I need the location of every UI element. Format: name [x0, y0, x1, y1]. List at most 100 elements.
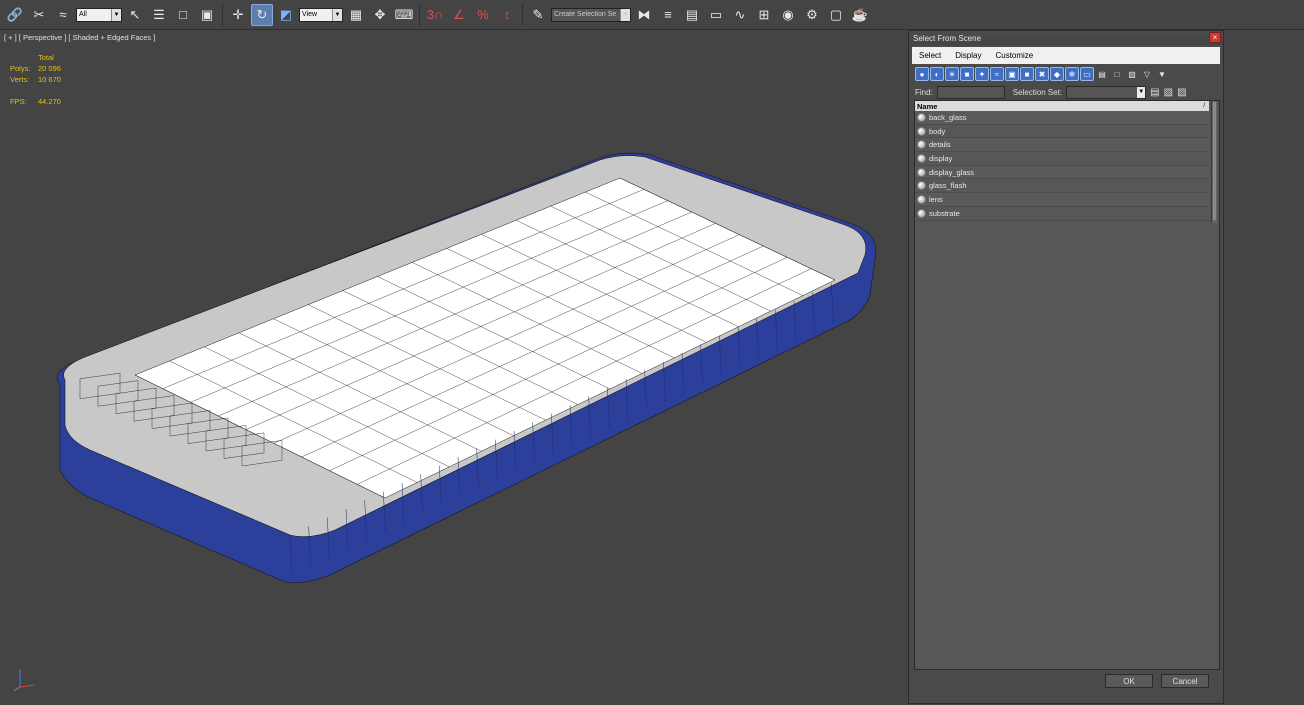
object-name: substrate: [929, 208, 960, 218]
pivot-icon[interactable]: ▦: [345, 4, 367, 26]
geometry-object-icon: [917, 181, 926, 191]
find-row: Find: Selection Set: ▼ ▤ ▧ ▨: [909, 84, 1223, 100]
link-icon[interactable]: 🔗: [4, 4, 26, 26]
toolbar-divider: [419, 3, 420, 26]
cameras-filter-icon[interactable]: ■: [960, 67, 974, 81]
object-name: glass_flash: [929, 181, 967, 191]
percent-snap-icon[interactable]: %: [472, 4, 494, 26]
list-item[interactable]: body: [915, 125, 1209, 139]
scale-icon[interactable]: ◩: [275, 4, 297, 26]
select-none-icon[interactable]: ▧: [1164, 87, 1173, 98]
object-name: display: [929, 153, 953, 163]
frozen-filter-icon[interactable]: ❄: [1065, 67, 1079, 81]
list-item[interactable]: back_glass: [915, 111, 1209, 125]
list-item[interactable]: display_glass: [915, 165, 1209, 180]
window-crossing-icon[interactable]: ▣: [196, 4, 218, 26]
list-item[interactable]: display: [915, 152, 1209, 166]
display-all-icon[interactable]: ▤: [1095, 67, 1109, 81]
render-setup-icon[interactable]: ⚙: [801, 4, 823, 26]
shapes-filter-icon[interactable]: ◐: [930, 67, 944, 81]
select-by-name-icon[interactable]: ☰: [148, 4, 170, 26]
render-icon[interactable]: ☕: [849, 4, 871, 26]
lights-filter-icon[interactable]: ☀: [945, 67, 959, 81]
groups-filter-icon[interactable]: ▣: [1005, 67, 1019, 81]
toolbar-divider: [222, 3, 223, 26]
display-none-icon[interactable]: □: [1110, 67, 1124, 81]
list-item[interactable]: lens: [915, 193, 1209, 207]
named-selection-value: Create Selection Se: [554, 11, 617, 18]
geometry-filter-icon[interactable]: ●: [915, 67, 929, 81]
geometry-object-icon: [917, 153, 926, 163]
advanced-filter-icon[interactable]: ▼: [1155, 67, 1169, 81]
perspective-viewport[interactable]: [ + ] [ Perspective ] [ Shaded + Edged F…: [0, 30, 905, 705]
toggle-ribbon-icon[interactable]: ▭: [705, 4, 727, 26]
helpers-filter-icon[interactable]: ✦: [975, 67, 989, 81]
edit-named-selection-icon[interactable]: ✎: [527, 4, 549, 26]
material-editor-icon[interactable]: ◉: [777, 4, 799, 26]
cancel-button[interactable]: Cancel: [1161, 674, 1209, 688]
rendered-frame-icon[interactable]: ▢: [825, 4, 847, 26]
angle-snap-icon[interactable]: ∠: [448, 4, 470, 26]
column-header-name[interactable]: Name /: [915, 101, 1209, 111]
object-name: lens: [929, 194, 943, 204]
schematic-view-icon[interactable]: ⊞: [753, 4, 775, 26]
layer-explorer-icon[interactable]: ▤: [681, 4, 703, 26]
bones-filter-icon[interactable]: ✖: [1035, 67, 1049, 81]
manipulate-icon[interactable]: ✥: [369, 4, 391, 26]
selection-set-dropdown[interactable]: ▼: [1066, 85, 1147, 99]
ok-button[interactable]: OK: [1105, 674, 1153, 688]
dialog-title: Select From Scene: [913, 33, 982, 43]
chevron-down-icon: ▼: [332, 8, 342, 21]
reference-coordinate-dropdown[interactable]: View ▼: [299, 7, 343, 22]
filter-icon[interactable]: ▽: [1140, 67, 1154, 81]
keyboard-shortcut-icon[interactable]: ⌨: [393, 4, 415, 26]
menu-customize[interactable]: Customize: [988, 51, 1040, 60]
snap-3d-icon[interactable]: 3∩: [424, 4, 446, 26]
bind-space-warp-icon[interactable]: ≈: [52, 4, 74, 26]
close-button[interactable]: ×: [1209, 32, 1221, 43]
select-from-scene-dialog: Select From Scene × Select Display Custo…: [908, 30, 1224, 704]
reference-coordinate-value: View: [302, 11, 318, 18]
align-icon[interactable]: ≡: [657, 4, 679, 26]
space-warps-filter-icon[interactable]: ≈: [990, 67, 1004, 81]
named-selection-dropdown[interactable]: Create Selection Se ▼: [551, 7, 631, 22]
toolbar-divider: [522, 3, 523, 26]
find-input[interactable]: [936, 85, 1005, 99]
chevron-down-icon: ▼: [111, 8, 121, 21]
xrefs-filter-icon[interactable]: ■: [1020, 67, 1034, 81]
select-all-icon[interactable]: ▤: [1150, 87, 1159, 98]
spinner-snap-icon[interactable]: ↕: [496, 4, 518, 26]
list-item[interactable]: details: [915, 138, 1209, 153]
move-icon[interactable]: ✛: [227, 4, 249, 26]
selection-filter-value: All: [79, 11, 87, 18]
list-item[interactable]: glass_flash: [915, 179, 1209, 194]
chevron-down-icon: ▼: [620, 8, 630, 21]
object-name: back_glass: [929, 112, 967, 122]
invert-display-icon[interactable]: ▨: [1125, 67, 1139, 81]
phone-model[interactable]: [0, 30, 905, 705]
selection-filter-dropdown[interactable]: All ▼: [76, 7, 122, 22]
select-invert-icon[interactable]: ▨: [1177, 87, 1186, 98]
list-scrollbar[interactable]: [1211, 101, 1217, 223]
command-panel-area: [1224, 30, 1304, 705]
main-toolbar: 🔗 ✂ ≈ All ▼ ↖ ☰ □ ▣ ✛ ↻ ◩ View ▼ ▦ ✥ ⌨ 3…: [0, 0, 1304, 30]
mirror-icon[interactable]: ⧓: [633, 4, 655, 26]
containers-filter-icon[interactable]: ◆: [1050, 67, 1064, 81]
scrollbar-thumb[interactable]: [1213, 102, 1216, 220]
geometry-object-icon: [917, 112, 926, 122]
dialog-title-bar[interactable]: Select From Scene ×: [909, 31, 1223, 45]
unlink-icon[interactable]: ✂: [28, 4, 50, 26]
column-header-label: Name: [917, 101, 938, 111]
selection-set-label: Selection Set:: [1012, 87, 1063, 97]
curve-editor-icon[interactable]: ∿: [729, 4, 751, 26]
menu-display[interactable]: Display: [948, 51, 988, 60]
rotate-icon[interactable]: ↻: [251, 3, 273, 26]
menu-select[interactable]: Select: [912, 51, 948, 60]
object-list: Name / back_glassbody details display displ…: [914, 100, 1220, 670]
geometry-object-icon: [917, 126, 926, 136]
select-object-icon[interactable]: ↖: [124, 4, 146, 26]
list-item[interactable]: substrate: [915, 207, 1209, 221]
object-name: details: [929, 140, 951, 150]
hidden-filter-icon[interactable]: ▭: [1080, 67, 1094, 81]
rect-selection-icon[interactable]: □: [172, 4, 194, 26]
